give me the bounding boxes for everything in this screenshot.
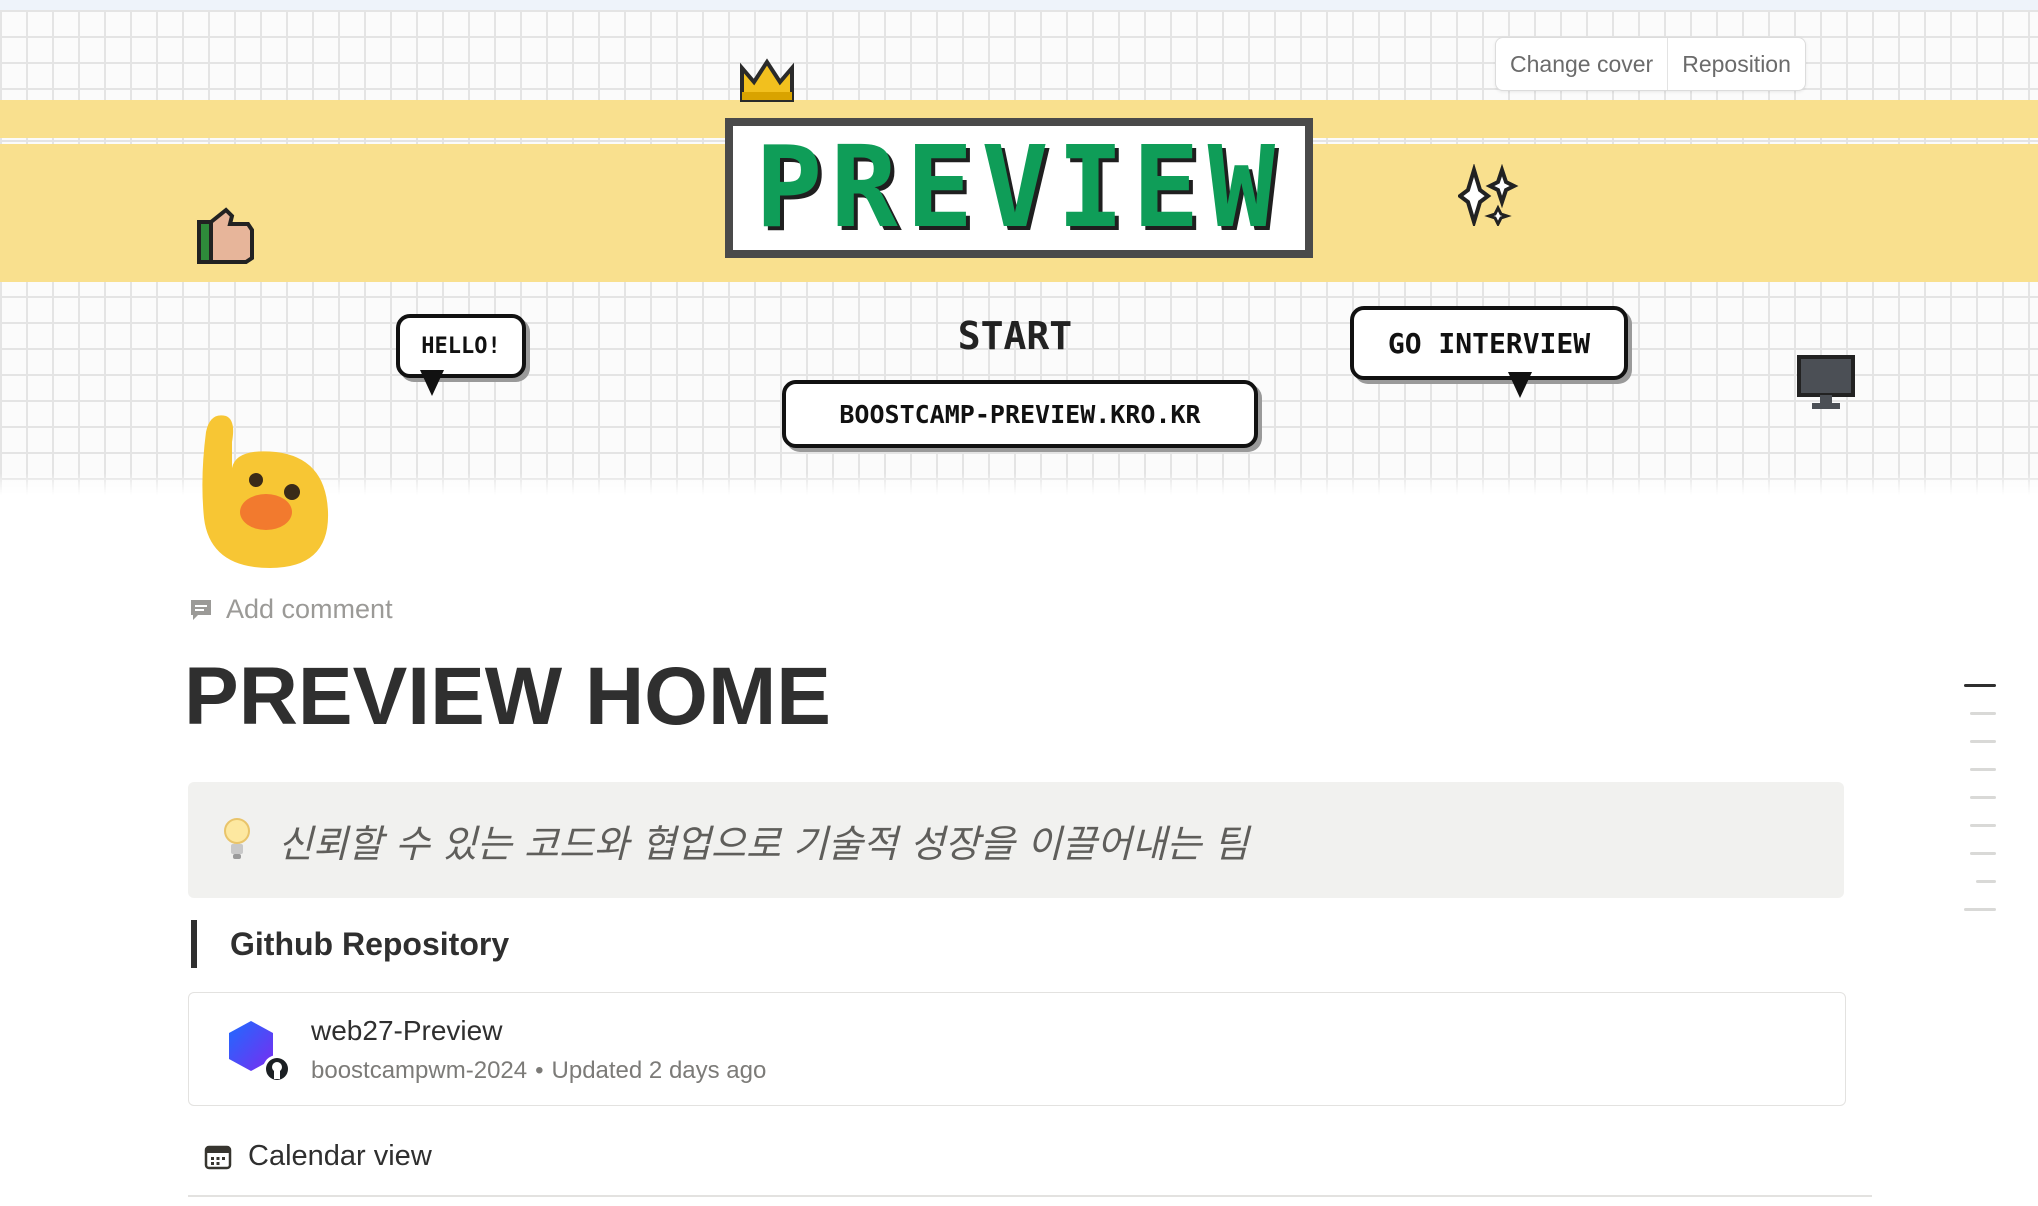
sparkle-icon xyxy=(1458,164,1519,226)
thumb-icon xyxy=(197,207,254,264)
crown-icon xyxy=(740,58,794,102)
interview-bubble-text: GO INTERVIEW xyxy=(1387,326,1591,360)
github-repo-card[interactable]: web27-Preview boostcampwm-2024 • Updated… xyxy=(188,992,1846,1106)
monitor-icon xyxy=(1797,355,1855,409)
start-label: START xyxy=(957,314,1073,358)
page-title[interactable]: PREVIEW HOME xyxy=(184,650,831,744)
preview-logo: PREVIEW xyxy=(725,118,1313,258)
url-badge[interactable]: BOOSTCAMP-PREVIEW.KRO.KR xyxy=(782,380,1258,448)
callout-block[interactable]: 신뢰할 수 있는 코드와 협업으로 기술적 성장을 이끌어내는 팀 xyxy=(188,782,1844,898)
toc-item[interactable] xyxy=(1976,880,1996,883)
toc-item[interactable] xyxy=(1970,712,1996,715)
cover-controls: Change cover Reposition xyxy=(1495,37,1806,91)
change-cover-button[interactable]: Change cover xyxy=(1496,38,1667,90)
meta-separator: • xyxy=(535,1057,544,1084)
logo-text: PREVIEW xyxy=(754,123,1283,253)
add-comment-button[interactable]: Add comment xyxy=(188,594,393,625)
repo-name: web27-Preview xyxy=(311,1015,503,1046)
calendar-view-tab[interactable]: Calendar view xyxy=(204,1140,432,1173)
view-divider xyxy=(188,1195,1872,1197)
reposition-button[interactable]: Reposition xyxy=(1667,38,1805,90)
toc-item[interactable] xyxy=(1970,740,1996,743)
url-badge-text: BOOSTCAMP-PREVIEW.KRO.KR xyxy=(839,399,1201,429)
hello-bubble-tail xyxy=(420,370,444,396)
calendar-icon xyxy=(204,1145,232,1169)
comment-icon xyxy=(191,599,211,620)
toc-item[interactable] xyxy=(1970,824,1996,827)
add-comment-label: Add comment xyxy=(226,594,393,624)
interview-bubble-tail xyxy=(1508,372,1532,398)
calendar-view-label: Calendar view xyxy=(248,1140,432,1172)
toc-item[interactable] xyxy=(1964,684,1996,687)
quote-bar xyxy=(191,920,197,968)
callout-text: 신뢰할 수 있는 코드와 협업으로 기술적 성장을 이끌어내는 팀 xyxy=(278,821,1249,866)
hello-bubble: HELLO! xyxy=(396,314,526,378)
toc-item[interactable] xyxy=(1970,852,1996,855)
lightbulb-icon xyxy=(224,818,250,859)
waving-hand-blob-icon[interactable] xyxy=(196,408,334,570)
toc-item[interactable] xyxy=(1970,796,1996,799)
repo-logo-icon xyxy=(229,1021,291,1083)
toc-item[interactable] xyxy=(1970,768,1996,771)
top-strip xyxy=(0,0,2038,10)
repo-owner: boostcampwm-2024 xyxy=(311,1057,528,1084)
repo-updated: Updated 2 days ago xyxy=(551,1057,767,1084)
table-of-contents-rail[interactable] xyxy=(1964,684,1996,936)
hello-bubble-text: HELLO! xyxy=(421,333,501,359)
github-repository-heading[interactable]: Github Repository xyxy=(230,926,509,963)
toc-item[interactable] xyxy=(1964,908,1996,911)
repo-meta: boostcampwm-2024 • Updated 2 days ago xyxy=(311,1057,766,1085)
interview-bubble: GO INTERVIEW xyxy=(1350,306,1628,380)
